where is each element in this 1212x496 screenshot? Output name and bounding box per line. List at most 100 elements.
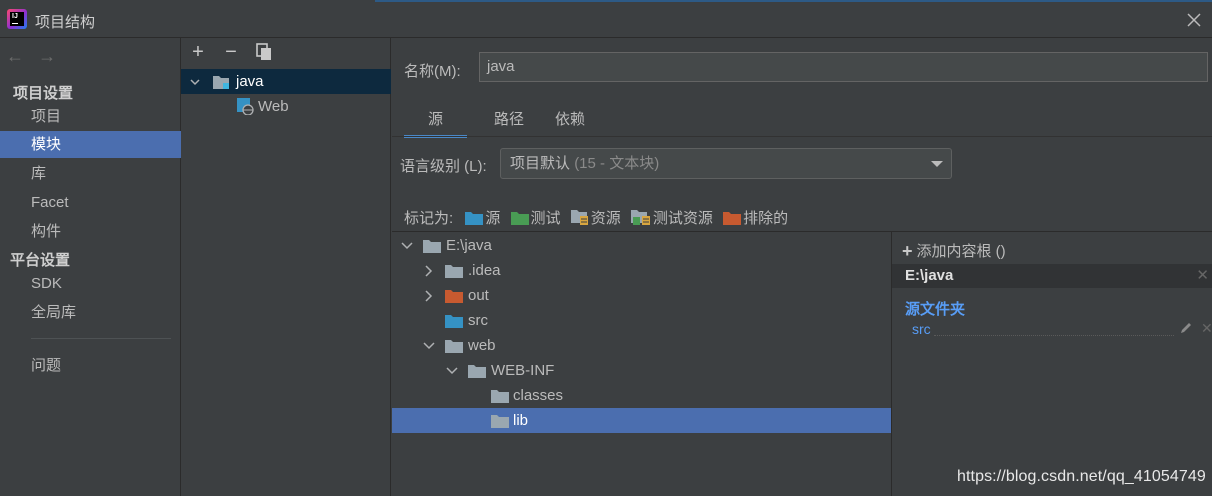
mark-as-tests-label: 测试 <box>530 210 561 227</box>
chevron-down-icon[interactable] <box>445 366 459 376</box>
sources-folder-icon <box>465 212 484 225</box>
nav-item-problems[interactable]: 问题 <box>0 352 181 379</box>
module-details-pane: 名称(M): java 源 路径 依赖 语言级别 (L): 项目默认 (15 -… <box>392 38 1212 496</box>
section-project-settings: 项目设置 <box>13 85 74 102</box>
language-level-hint: (15 - 文本块) <box>574 155 660 172</box>
sources-folder-icon <box>445 315 463 328</box>
title-bar-accent <box>375 0 1212 2</box>
chevron-down-icon[interactable] <box>190 77 200 87</box>
folder-icon <box>491 415 509 428</box>
copy-icon[interactable] <box>254 42 274 62</box>
nav-item-project[interactable]: 项目 <box>0 103 181 130</box>
watermark: https://blog.csdn.net/qq_41054749 <box>957 468 1206 485</box>
tests-folder-icon <box>510 212 529 225</box>
language-level-select[interactable]: 项目默认 (15 - 文本块) <box>500 148 952 179</box>
tabs-divider <box>392 136 1212 137</box>
remove-module-button[interactable]: − <box>221 42 241 62</box>
tab-paths[interactable]: 路径 <box>478 108 540 138</box>
source-folder-entry[interactable]: src <box>912 321 931 337</box>
test-resources-folder-icon <box>630 210 650 225</box>
nav-item-libraries[interactable]: 库 <box>0 160 181 187</box>
add-content-root-label: 添加内容根 () <box>916 243 1006 260</box>
mark-as-tests-button[interactable]: 测试 <box>510 207 561 228</box>
pencil-icon[interactable] <box>1179 321 1193 335</box>
tree-row[interactable]: out <box>392 283 891 308</box>
tab-sources[interactable]: 源 <box>404 108 467 138</box>
mark-as-label: 标记为: <box>404 210 454 227</box>
add-content-root-button[interactable]: + 添加内容根 () <box>902 240 1006 262</box>
folder-icon <box>491 390 509 403</box>
content-root-header: E:\java ✕ <box>892 264 1212 288</box>
mark-as-bar: 标记为: 源 测试 资源 测试资源 排除的 <box>404 207 794 227</box>
mark-as-resources-button[interactable]: 资源 <box>570 207 621 228</box>
mark-as-test-resources-label: 测试资源 <box>652 210 713 227</box>
chevron-right-icon[interactable] <box>422 290 436 302</box>
nav-divider <box>31 338 171 339</box>
mark-as-excluded-label: 排除的 <box>743 210 789 227</box>
content-roots-panel: + 添加内容根 () E:\java ✕ 源文件夹 src ✕ <box>891 231 1212 496</box>
mark-as-test-resources-button[interactable]: 测试资源 <box>630 207 713 228</box>
intellij-logo-icon: IJ <box>7 9 27 29</box>
tree-row[interactable]: .idea <box>392 258 891 283</box>
resources-folder-icon <box>570 210 588 225</box>
settings-nav: ← → 项目设置 项目 模块 库 Facet 构件 平台设置 SDK 全局库 问… <box>0 38 181 496</box>
tree-row-label: out <box>468 287 489 304</box>
folder-icon <box>445 340 463 353</box>
tree-row-label: lib <box>513 412 529 429</box>
section-platform-settings: 平台设置 <box>10 252 71 269</box>
title-bar: IJ 项目结构 <box>0 0 1212 38</box>
content-tree: E:\java .idea out src web WEB-INF classe… <box>392 231 891 496</box>
module-row-web-facet[interactable]: Web <box>181 94 391 119</box>
name-label: 名称(M): <box>404 63 461 80</box>
nav-item-artifacts[interactable]: 构件 <box>0 218 181 245</box>
tab-dependencies[interactable]: 依赖 <box>544 108 596 138</box>
plus-icon: + <box>902 241 913 261</box>
nav-arrows: ← → <box>6 46 66 67</box>
tree-row[interactable]: web <box>392 333 891 358</box>
excluded-folder-icon <box>445 290 463 303</box>
tree-row-label: classes <box>513 387 564 404</box>
remove-content-root-icon[interactable]: ✕ <box>1196 264 1209 288</box>
add-module-button[interactable]: + <box>188 42 208 62</box>
tree-row[interactable]: classes <box>392 383 891 408</box>
mark-as-resources-label: 资源 <box>590 210 621 227</box>
tree-row-label: WEB-INF <box>491 362 555 379</box>
forward-arrow-icon[interactable]: → <box>38 46 56 67</box>
tree-row[interactable]: src <box>392 308 891 333</box>
dropdown-caret-icon <box>931 161 943 167</box>
chevron-down-icon[interactable] <box>400 241 414 251</box>
nav-item-global-libraries[interactable]: 全局库 <box>0 299 181 326</box>
tree-row-label: .idea <box>468 262 501 279</box>
tree-row-label: src <box>468 312 488 329</box>
content-root-path: E:\java <box>905 267 954 284</box>
mark-as-excluded-button[interactable]: 排除的 <box>723 207 788 228</box>
close-icon[interactable] <box>1184 10 1204 30</box>
nav-item-facets[interactable]: Facet <box>0 189 181 216</box>
source-folders-title: 源文件夹 <box>905 301 966 318</box>
chevron-right-icon[interactable] <box>422 265 436 277</box>
mark-as-sources-button[interactable]: 源 <box>465 207 500 228</box>
excluded-folder-icon <box>723 212 742 225</box>
window-title: 项目结构 <box>35 14 96 31</box>
mark-as-sources-label: 源 <box>485 210 501 227</box>
module-list-panel: + − java Web <box>181 38 391 496</box>
web-facet-icon <box>237 98 254 115</box>
back-arrow-icon[interactable]: ← <box>6 46 24 67</box>
dotted-leader <box>934 335 1174 336</box>
tree-row-label: E:\java <box>446 237 492 254</box>
tree-row[interactable]: lib <box>392 408 891 433</box>
chevron-down-icon[interactable] <box>422 341 436 351</box>
tree-row[interactable]: WEB-INF <box>392 358 891 383</box>
facet-label: Web <box>258 98 289 115</box>
module-row-java[interactable]: java <box>181 69 391 94</box>
tree-row-label: web <box>468 337 496 354</box>
folder-icon <box>445 265 463 278</box>
module-name-input[interactable]: java <box>479 52 1208 82</box>
nav-item-sdk[interactable]: SDK <box>0 270 181 297</box>
remove-source-folder-icon[interactable]: ✕ <box>1201 320 1212 337</box>
nav-item-modules[interactable]: 模块 <box>0 131 181 158</box>
folder-icon <box>423 240 441 253</box>
module-toolbar: + − <box>181 38 391 68</box>
tree-row[interactable]: E:\java <box>392 233 891 258</box>
folder-icon <box>468 365 486 378</box>
